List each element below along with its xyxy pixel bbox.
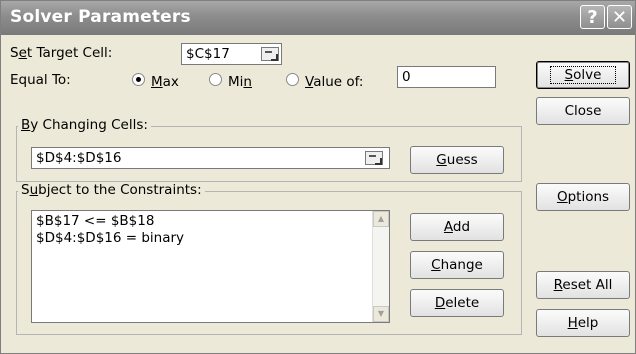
constraints-list[interactable]: $B$17 <= $B$18 $D$4:$D$16 = binary ▲ ▼ (31, 210, 390, 323)
min-radio[interactable] (209, 73, 222, 86)
scroll-up-icon[interactable]: ▲ (373, 211, 389, 227)
reset-all-button[interactable]: Reset All (536, 271, 630, 299)
change-button[interactable]: Change (410, 251, 504, 279)
changing-cells-value: $D$4:$D$16 (36, 150, 122, 166)
options-button[interactable]: Options (536, 183, 630, 211)
solve-button[interactable]: Solve (536, 61, 630, 89)
guess-button[interactable]: Guess (410, 146, 504, 174)
min-radio-label: Min (228, 74, 252, 90)
constraints-label: Subject to the Constraints: (18, 182, 205, 198)
equal-to-label: Equal To: (10, 72, 71, 88)
delete-button[interactable]: Delete (410, 289, 504, 317)
help-icon[interactable]: ? (580, 5, 605, 29)
solver-parameters-dialog: Solver Parameters ? ✕ Set Target Cell: $… (0, 0, 636, 354)
changing-cells-input[interactable]: $D$4:$D$16 (31, 147, 390, 169)
changing-cells-label: By Changing Cells: (18, 117, 151, 133)
add-button[interactable]: Add (410, 213, 504, 241)
value-of-radio-label: Value of: (305, 74, 364, 90)
constraint-item[interactable]: $D$4:$D$16 = binary (36, 230, 184, 246)
target-cell-value: $C$17 (186, 46, 230, 62)
help-button[interactable]: Help (536, 309, 630, 337)
max-radio-label: Max (151, 74, 179, 90)
close-button[interactable]: Close (536, 97, 630, 125)
set-target-cell-label: Set Target Cell: (10, 45, 113, 61)
constraints-scrollbar[interactable]: ▲ ▼ (372, 211, 389, 322)
dialog-title: Solver Parameters (10, 7, 191, 27)
changing-cells-collapse-icon[interactable] (365, 151, 383, 165)
scroll-down-icon[interactable]: ▼ (373, 306, 389, 322)
close-icon[interactable]: ✕ (607, 5, 632, 29)
constraint-item[interactable]: $B$17 <= $B$18 (36, 213, 154, 229)
value-of-value: 0 (402, 69, 411, 85)
target-cell-collapse-icon[interactable] (261, 47, 279, 61)
title-bar: Solver Parameters ? ✕ (1, 1, 635, 35)
value-of-radio[interactable] (286, 73, 299, 86)
value-of-input[interactable]: 0 (397, 66, 496, 88)
max-radio[interactable] (132, 73, 145, 86)
